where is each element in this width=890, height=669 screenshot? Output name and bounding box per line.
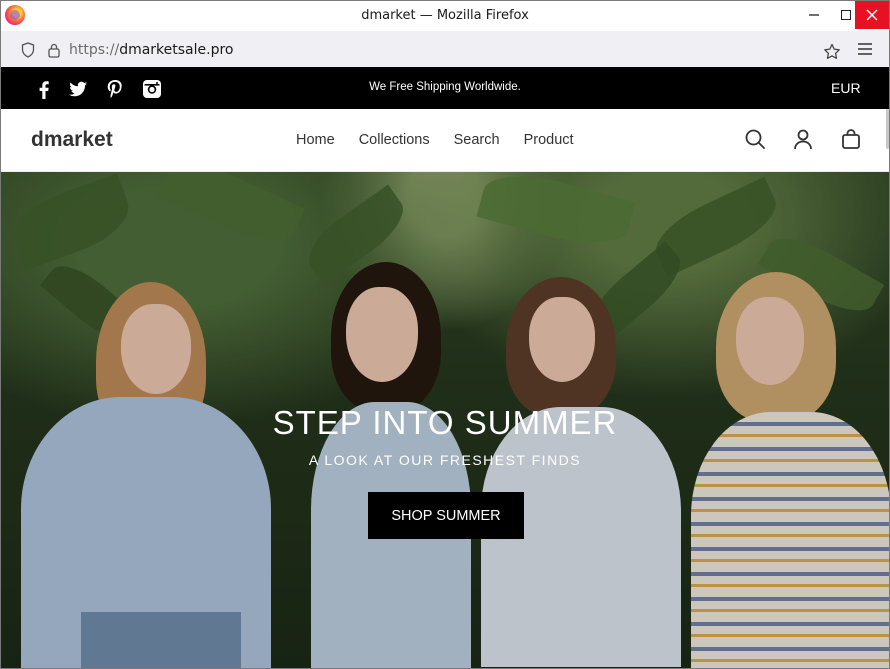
url-bar[interactable]: https://dmarketsale.pro bbox=[7, 34, 843, 64]
announcement-bar: We Free Shipping Worldwide. EUR bbox=[1, 67, 889, 109]
title-bar: dmarket — Mozilla Firefox bbox=[1, 1, 889, 31]
hero-banner: STEP INTO SUMMER A LOOK AT OUR FRESHEST … bbox=[1, 172, 889, 668]
navigation-toolbar: https://dmarketsale.pro bbox=[1, 31, 889, 67]
currency-selector[interactable]: EUR bbox=[831, 80, 861, 96]
close-button[interactable] bbox=[855, 1, 889, 29]
hamburger-menu-icon[interactable] bbox=[857, 42, 873, 56]
hero-title: STEP INTO SUMMER bbox=[272, 404, 618, 441]
browser-window: dmarket — Mozilla Firefox https://dmarke… bbox=[0, 0, 890, 669]
nav-product[interactable]: Product bbox=[524, 132, 574, 148]
page-scrollbar[interactable] bbox=[886, 109, 889, 149]
cart-icon[interactable] bbox=[840, 128, 862, 150]
nav-search[interactable]: Search bbox=[454, 132, 500, 148]
close-icon bbox=[866, 9, 878, 21]
bookmark-star-icon[interactable] bbox=[823, 43, 841, 61]
url-host: dmarketsale.pro bbox=[119, 42, 234, 58]
minimize-button[interactable] bbox=[797, 1, 831, 29]
nav-home[interactable]: Home bbox=[296, 132, 335, 148]
search-icon[interactable] bbox=[744, 128, 766, 150]
url-scheme: https:// bbox=[69, 42, 120, 58]
lock-icon[interactable] bbox=[47, 42, 61, 58]
window-title: dmarket — Mozilla Firefox bbox=[361, 8, 529, 23]
main-nav: Home Collections Search Product bbox=[296, 132, 574, 148]
hero-subtitle: A LOOK AT OUR FRESHEST FINDS bbox=[308, 452, 582, 468]
url-text[interactable]: https://dmarketsale.pro bbox=[69, 42, 233, 58]
announcement-text: We Free Shipping Worldwide. bbox=[369, 81, 521, 93]
shop-summer-button[interactable]: SHOP SUMMER bbox=[368, 492, 524, 539]
minimize-icon bbox=[809, 14, 819, 16]
store-logo[interactable]: dmarket bbox=[31, 128, 113, 152]
shield-icon[interactable] bbox=[21, 42, 35, 58]
site-header: dmarket Home Collections Search Product bbox=[1, 109, 889, 172]
nav-collections[interactable]: Collections bbox=[359, 132, 430, 148]
account-icon[interactable] bbox=[792, 128, 814, 150]
maximize-icon bbox=[841, 10, 851, 20]
